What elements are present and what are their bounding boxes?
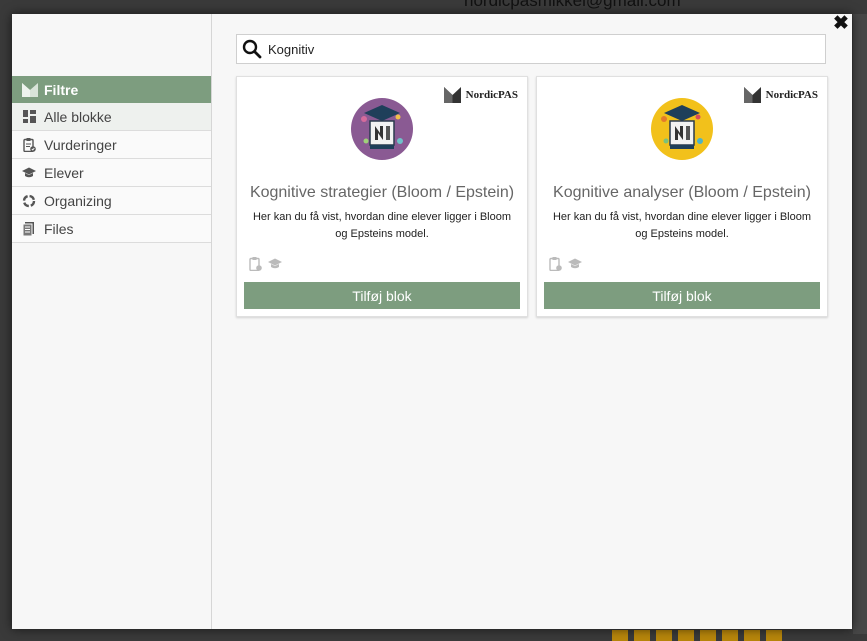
clipboard-check-icon [548,257,562,271]
sidebar-item-label: Elever [44,164,84,181]
brand-name: NordicPAS [465,89,518,101]
add-block-button[interactable]: Tilføj blok [544,282,820,309]
sidebar-item-label: Files [44,220,74,237]
graduation-badge-icon [651,98,713,160]
grid-icon [22,110,36,124]
search-bar [236,34,826,64]
block-card: NordicPAS Kognitive analyser (Bloom / Ep… [536,76,828,317]
card-tags [248,257,282,271]
card-tags [548,257,582,271]
graduation-cap-icon [568,257,582,271]
graduation-cap-icon [22,166,36,180]
clipboard-check-icon [248,257,262,271]
sidebar-item-files[interactable]: Files [12,215,211,243]
card-title: Kognitive strategier (Bloom / Epstein) [249,184,515,201]
background-bars [612,630,782,641]
card-description: Her kan du få vist, hvordan dine elever … [552,211,812,240]
document-icon [22,221,36,236]
sidebar-item-organizing[interactable]: Organizing [12,187,211,215]
card-title: Kognitive analyser (Bloom / Epstein) [553,184,811,201]
nordicpas-logo-icon [22,82,38,97]
sidebar-item-label: Alle blokke [44,108,112,125]
sidebar-item-elever[interactable]: Elever [12,159,211,187]
cycle-icon [22,194,36,208]
sidebar-item-label: Vurderinger [44,136,117,153]
brand-label: NordicPAS [743,87,818,103]
block-picker-modal: Filtre Alle blokke Vurderinger Elever Or… [12,14,852,629]
search-input[interactable] [268,41,808,57]
sidebar-item-alle-blokke[interactable]: Alle blokke [12,103,211,131]
graduation-badge-icon [351,98,413,160]
block-card: NordicPAS Kognitive strategier (Bloom / … [236,76,528,317]
brand-name: NordicPAS [765,89,818,101]
nordicpas-logo-icon [443,87,461,103]
card-description: Her kan du få vist, hvordan dine elever … [252,211,512,240]
filter-sidebar: Filtre Alle blokke Vurderinger Elever Or… [12,14,212,629]
filter-list: Alle blokke Vurderinger Elever Organizin… [12,103,211,243]
close-icon[interactable]: ✖ [833,14,849,33]
add-block-button[interactable]: Tilføj blok [244,282,520,309]
search-icon [242,39,262,59]
background-email: nordicpasmikkel@gmail.com [464,0,681,10]
graduation-cap-icon [268,257,282,271]
filter-header: Filtre [12,76,211,103]
filter-header-label: Filtre [44,81,79,98]
nordicpas-logo-icon [743,87,761,103]
brand-label: NordicPAS [443,87,518,103]
sidebar-item-vurderinger[interactable]: Vurderinger [12,131,211,159]
sidebar-item-label: Organizing [44,192,112,209]
clipboard-check-icon [22,137,36,152]
background-strip [853,14,867,634]
